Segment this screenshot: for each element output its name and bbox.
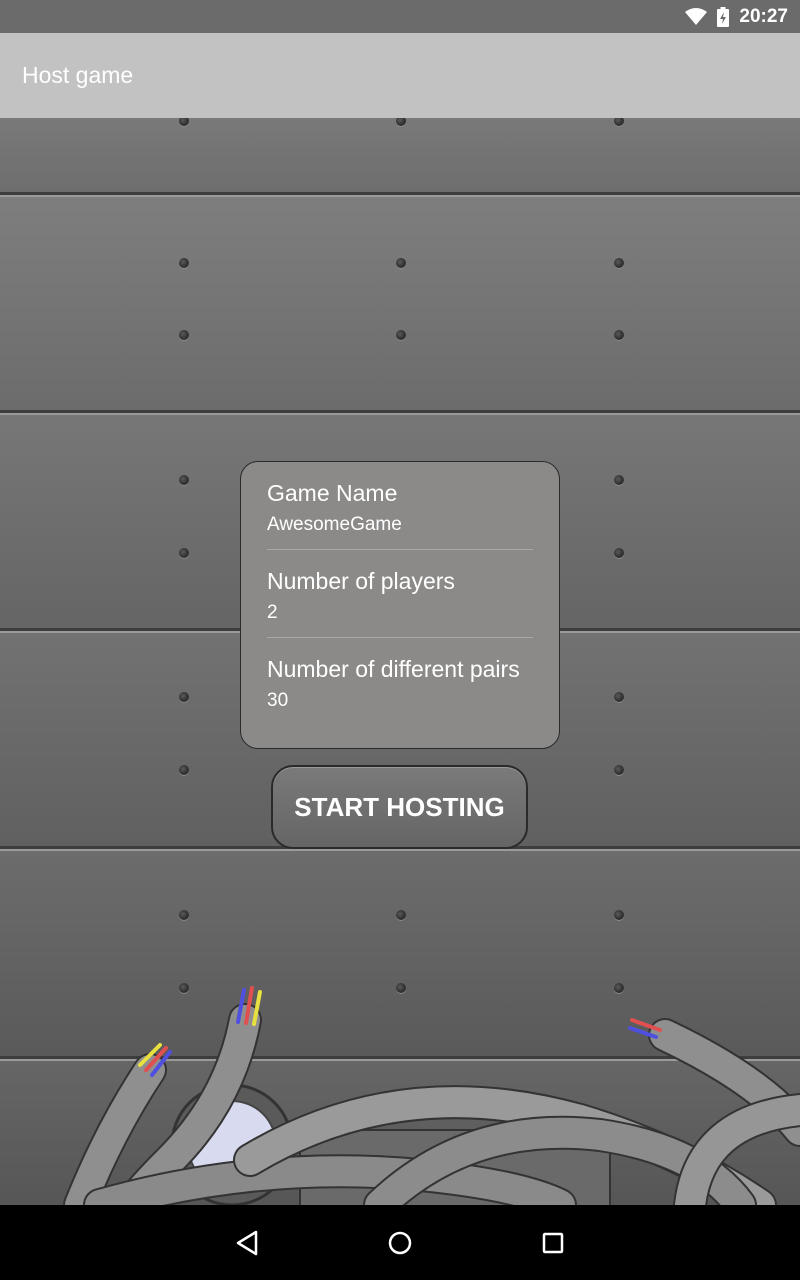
setting-title: Number of different pairs	[267, 656, 520, 682]
setting-value: 2	[267, 601, 278, 623]
setting-title: Number of players	[267, 568, 455, 594]
rivet	[179, 548, 189, 558]
rivet	[614, 692, 624, 702]
metal-panel	[0, 118, 800, 192]
setting-number-of-players[interactable]: Number of players 2	[267, 550, 533, 638]
rivet	[179, 765, 189, 775]
wifi-icon	[685, 7, 708, 26]
rivet	[614, 910, 624, 920]
battery-charging-icon	[717, 6, 730, 27]
cables-decoration	[63, 986, 800, 1205]
navigation-bar	[0, 1205, 800, 1280]
rivet	[396, 330, 406, 340]
back-icon[interactable]	[217, 1213, 277, 1273]
setting-title: Game Name	[267, 480, 398, 506]
rivet	[614, 330, 624, 340]
rivet	[179, 910, 189, 920]
status-time: 20:27	[739, 5, 788, 27]
rivet	[179, 475, 189, 485]
rivet	[179, 330, 189, 340]
app-bar: Host game	[0, 33, 800, 118]
game-settings-card: Game Name AwesomeGame Number of players …	[240, 461, 560, 749]
start-hosting-button[interactable]: START HOSTING	[271, 765, 528, 849]
setting-game-name[interactable]: Game Name AwesomeGame	[267, 462, 533, 550]
rivet	[396, 910, 406, 920]
recents-icon[interactable]	[523, 1213, 583, 1273]
setting-number-of-pairs[interactable]: Number of different pairs 30	[267, 638, 533, 726]
rivet	[614, 475, 624, 485]
home-icon[interactable]	[370, 1213, 430, 1273]
rivet	[614, 258, 624, 268]
rivet	[614, 548, 624, 558]
rivet	[179, 692, 189, 702]
rivet	[179, 258, 189, 268]
host-game-screen: 20:27 Host game Game Name AwesomeGame Nu…	[0, 0, 800, 1280]
metal-panel	[0, 192, 800, 410]
setting-value: AwesomeGame	[267, 513, 402, 535]
status-bar: 20:27	[0, 0, 800, 33]
rivet	[396, 258, 406, 268]
rivet	[614, 765, 624, 775]
page-title: Host game	[22, 62, 134, 88]
setting-value: 30	[267, 689, 289, 711]
